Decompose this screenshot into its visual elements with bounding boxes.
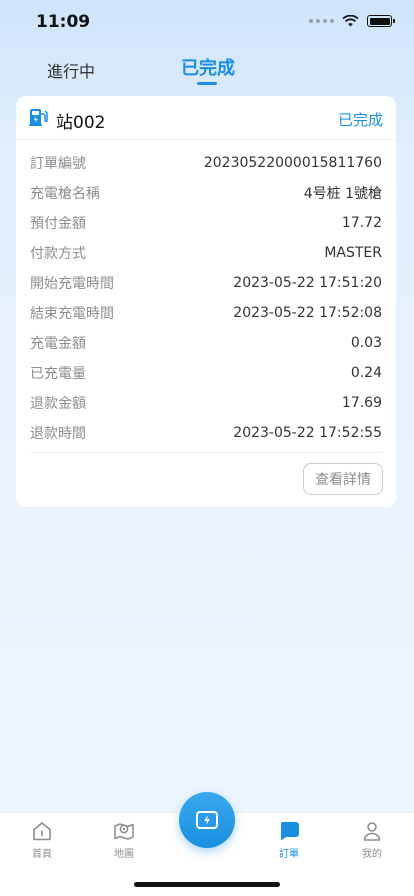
row-value: 2023-05-22 17:52:08	[233, 305, 382, 321]
row-value: 4号桩 1號槍	[303, 186, 382, 202]
detail-row-end-time: 結束充電時間 2023-05-22 17:52:08	[30, 298, 382, 328]
detail-row-payment-method: 付款方式 MASTER	[30, 238, 382, 268]
home-indicator	[134, 882, 280, 887]
row-label: 結束充電時間	[30, 306, 114, 322]
order-status-badge: 已完成	[337, 111, 383, 129]
detail-row-charge-amount: 充電金額 0.03	[30, 328, 382, 358]
row-label: 充電金額	[30, 336, 86, 352]
tab-active-indicator	[197, 82, 217, 85]
detail-row-refund-amount: 退款金額 17.69	[30, 388, 382, 418]
tabbar-label: 地圖	[114, 849, 134, 860]
tabbar-item-profile[interactable]: 我的	[342, 819, 402, 860]
view-details-button[interactable]: 查看詳情	[303, 463, 383, 495]
battery-icon	[367, 15, 395, 27]
station-name: 站002	[56, 113, 106, 133]
row-value: 0.03	[350, 335, 382, 351]
detail-row-prepaid: 預付金額 17.72	[30, 208, 382, 238]
status-icons	[309, 15, 395, 27]
detail-row-start-time: 開始充電時間 2023-05-22 17:51:20	[30, 268, 382, 298]
home-icon	[33, 822, 51, 841]
row-label: 充電槍名稱	[30, 186, 100, 202]
row-label: 預付金額	[30, 216, 86, 232]
detail-row-gun-name: 充電槍名稱 4号桩 1號槍	[30, 178, 382, 208]
tabbar-label: 首頁	[32, 849, 52, 860]
row-value: 17.69	[341, 395, 382, 411]
tab-completed[interactable]: 已完成	[181, 54, 235, 80]
map-icon	[114, 823, 134, 840]
scan-icon	[196, 811, 218, 829]
wifi-icon	[342, 15, 359, 27]
detail-row-order-number: 訂單編號 20230522000015811760	[30, 148, 382, 178]
row-value: MASTER	[324, 245, 382, 261]
status-time: 11:09	[36, 12, 91, 32]
scan-charge-button[interactable]	[179, 792, 235, 848]
tabbar-label: 我的	[362, 849, 382, 860]
row-label: 退款時間	[30, 426, 86, 442]
charging-station-icon	[29, 109, 48, 126]
detail-row-energy: 已充電量 0.24	[30, 358, 382, 388]
tabbar-item-home[interactable]: 首頁	[12, 819, 72, 860]
detail-row-refund-time: 退款時間 2023-05-22 17:52:55	[30, 418, 382, 448]
row-label: 付款方式	[30, 246, 86, 262]
tabbar-item-map[interactable]: 地圖	[94, 819, 154, 860]
row-value: 2023-05-22 17:52:55	[233, 425, 382, 441]
row-value: 0.24	[350, 365, 382, 381]
row-label: 訂單編號	[30, 156, 86, 172]
status-bar: 11:09	[0, 0, 414, 44]
user-icon	[363, 822, 381, 841]
tabbar-label: 訂單	[279, 849, 299, 860]
order-card[interactable]: 站002 已完成 訂單編號 20230522000015811760 充電槍名稱…	[16, 96, 396, 507]
chat-bubble-icon	[280, 822, 299, 841]
tabbar-item-orders[interactable]: 訂單	[259, 819, 319, 860]
row-label: 退款金額	[30, 396, 86, 412]
order-details: 訂單編號 20230522000015811760 充電槍名稱 4号桩 1號槍 …	[30, 148, 382, 448]
row-value: 17.72	[341, 215, 382, 231]
row-label: 已充電量	[30, 366, 86, 382]
order-card-header: 站002 已完成	[16, 96, 396, 140]
row-value: 2023-05-22 17:51:20	[233, 275, 382, 291]
row-label: 開始充電時間	[30, 276, 114, 292]
row-value: 20230522000015811760	[203, 155, 382, 171]
order-tabs: 進行中 已完成	[0, 54, 414, 88]
cellular-signal-icon	[309, 19, 334, 23]
card-divider	[30, 452, 382, 453]
tab-ongoing[interactable]: 進行中	[47, 58, 95, 82]
